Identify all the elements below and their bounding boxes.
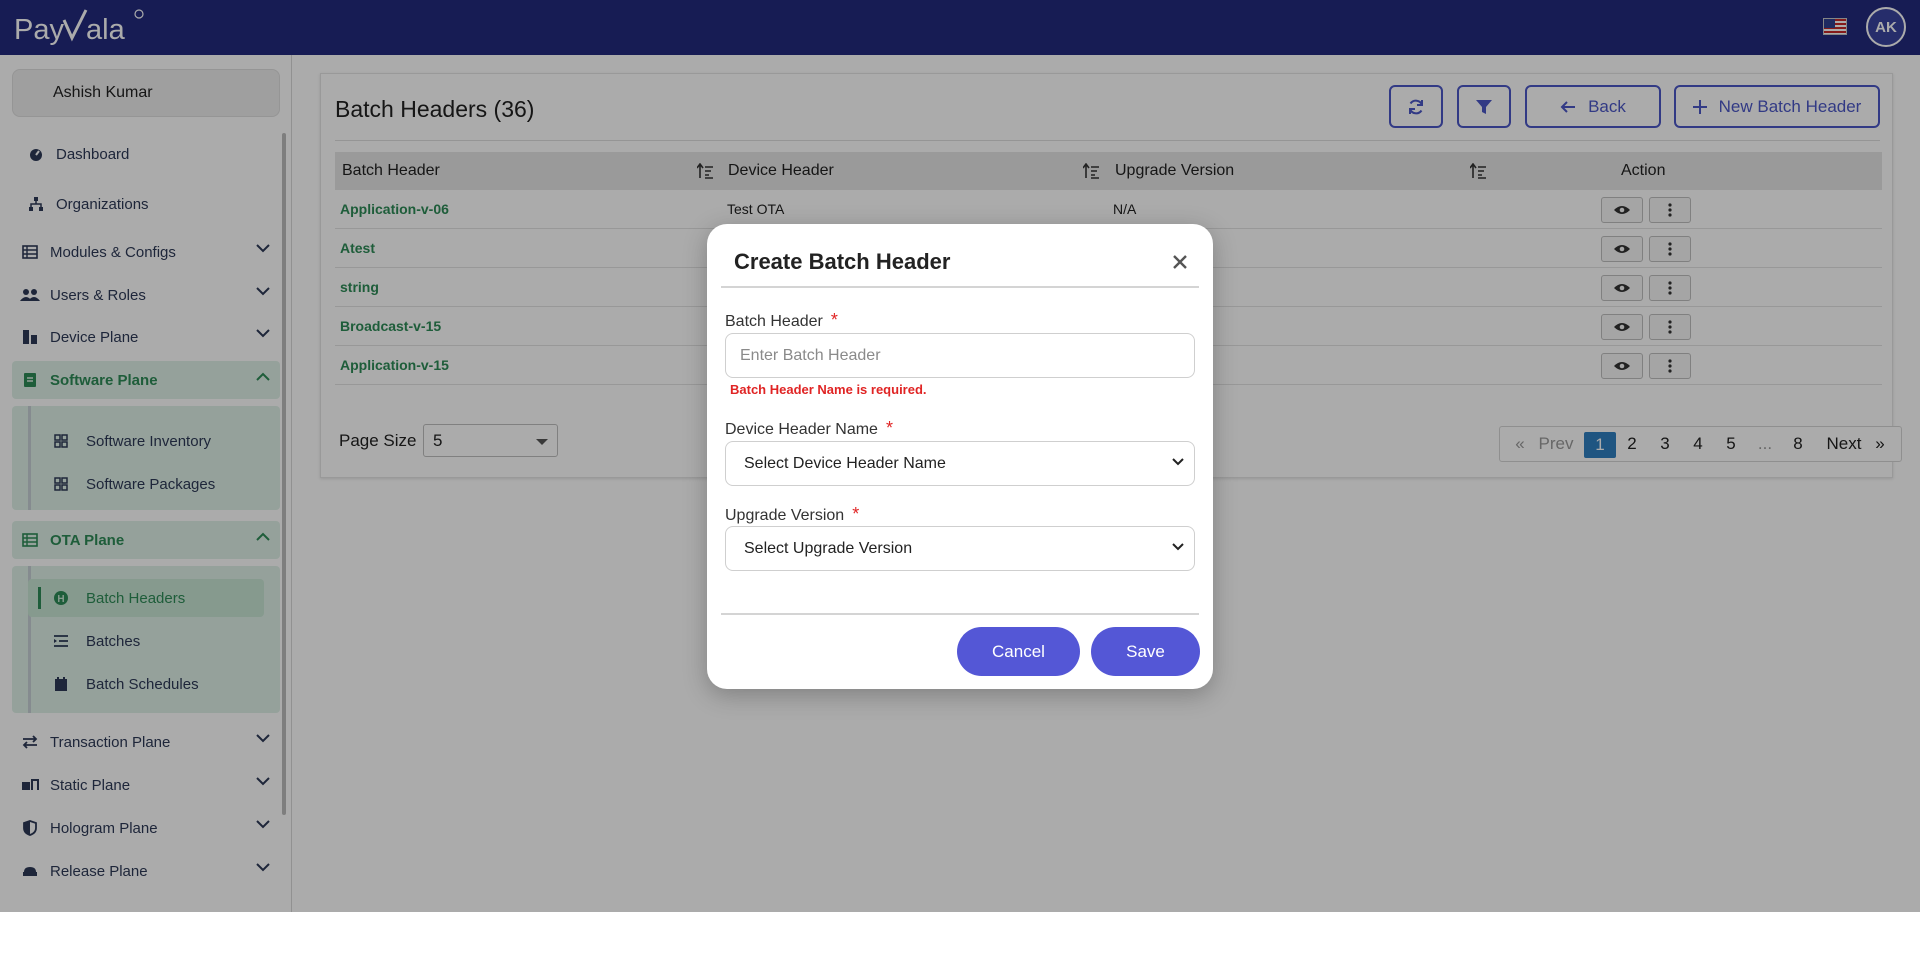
batch-header-label: Batch Header * [725,310,838,330]
device-header-label: Device Header Name * [725,418,893,438]
batch-header-error: Batch Header Name is required. [730,382,927,397]
create-batch-header-modal: Create Batch Header Batch Header * Enter … [707,224,1213,689]
required-marker: * [885,418,893,438]
close-icon [1173,255,1187,269]
upgrade-version-select[interactable]: Select Upgrade Version [725,526,1195,571]
save-button[interactable]: Save [1091,627,1200,676]
close-button[interactable] [1169,251,1191,273]
device-header-select[interactable]: Select Device Header Name [725,441,1195,486]
chevron-down-icon [1172,543,1184,551]
chevron-down-icon [1172,458,1184,466]
cancel-button[interactable]: Cancel [957,627,1080,676]
required-marker: * [852,504,860,524]
upgrade-version-label: Upgrade Version * [725,504,860,524]
modal-title: Create Batch Header [734,249,951,274]
batch-header-input[interactable]: Enter Batch Header [725,333,1195,378]
required-marker: * [830,310,838,330]
